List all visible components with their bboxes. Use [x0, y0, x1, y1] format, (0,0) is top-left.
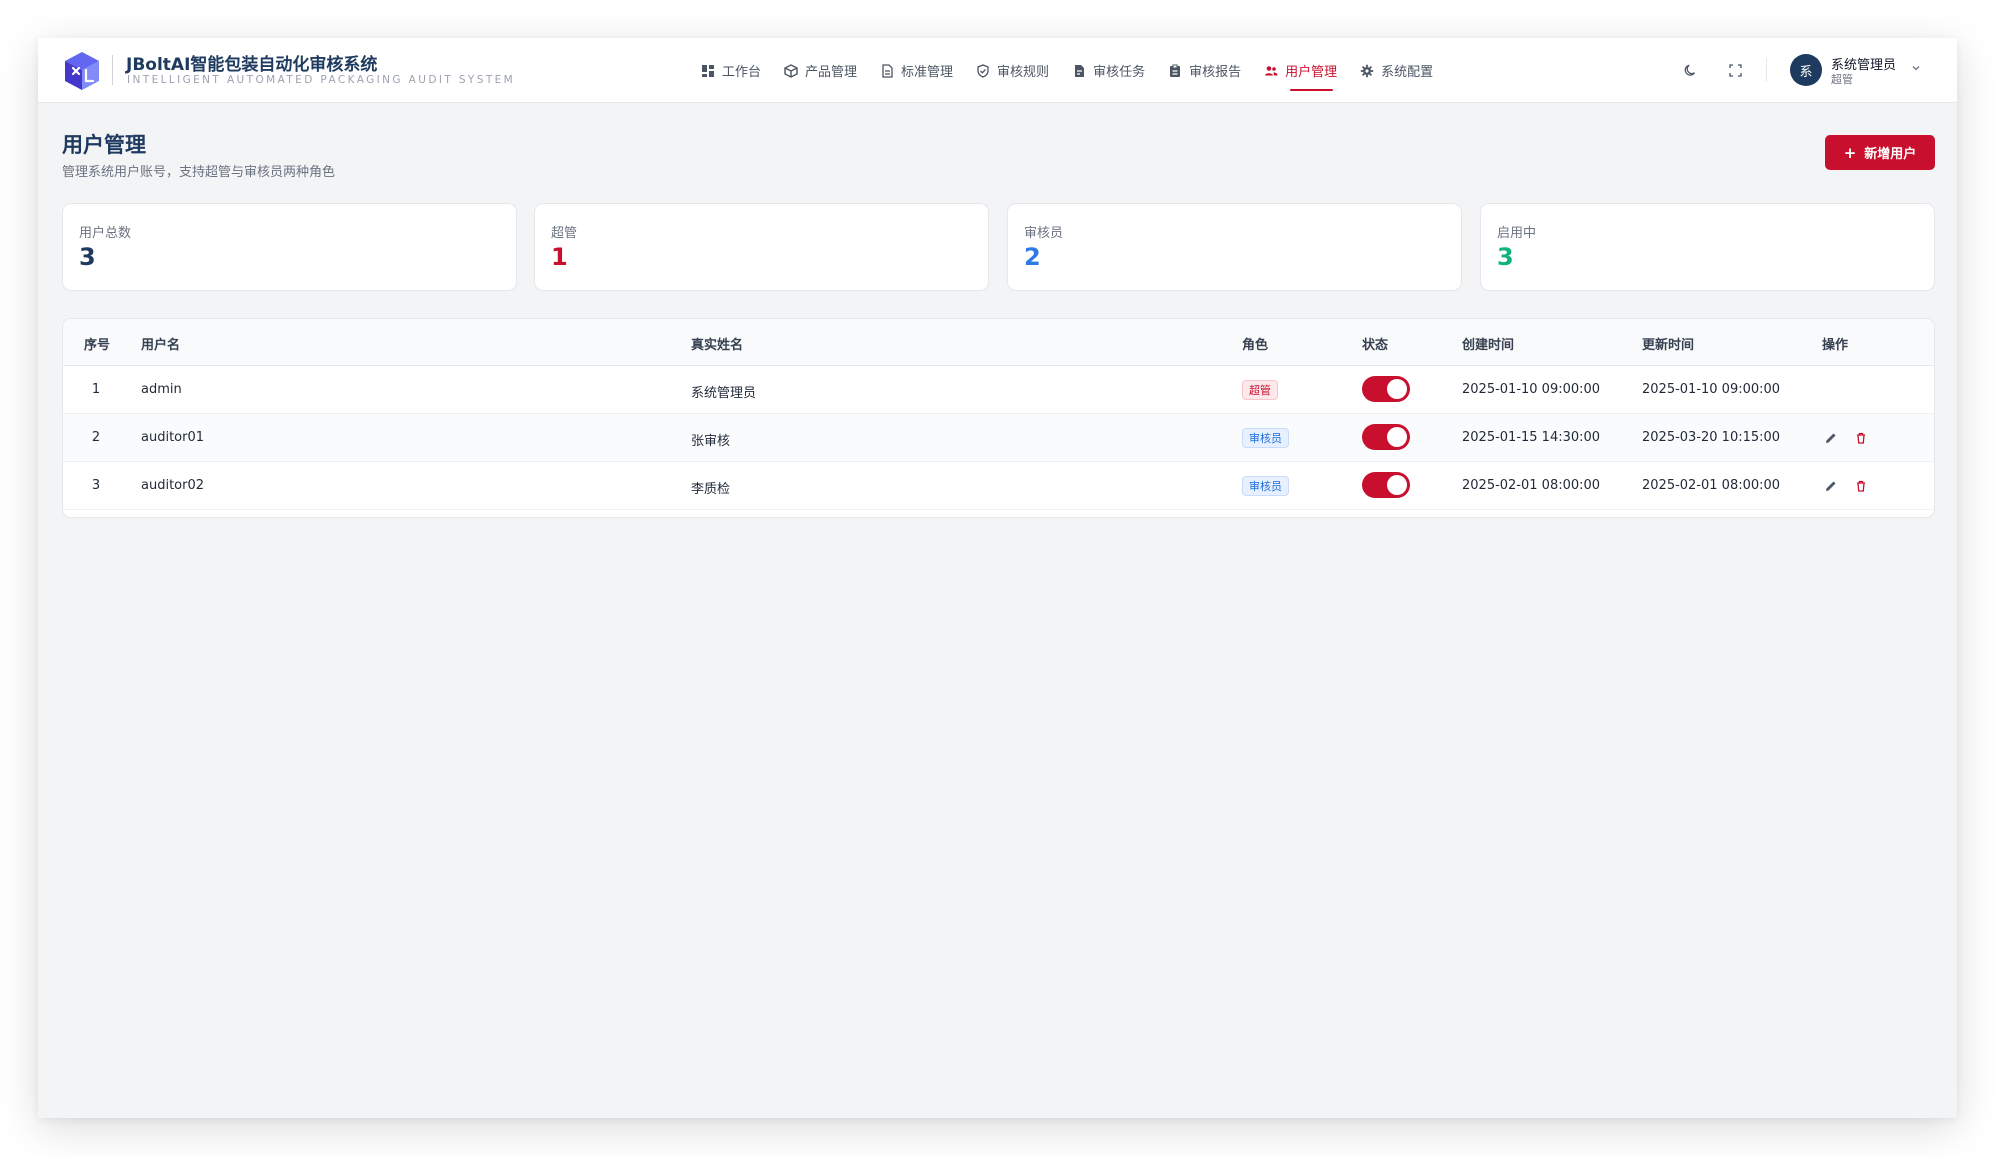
nav-label: 产品管理 [805, 65, 858, 80]
stat-card-auditor: 审核员 2 [1007, 203, 1462, 291]
col-status: 状态 [1362, 338, 1389, 353]
col-index: 序号 [84, 338, 111, 353]
cell-created: 2025-01-15 14:30:00 [1462, 430, 1601, 445]
cell-username: auditor02 [141, 478, 205, 493]
cell-updated: 2025-02-01 08:00:00 [1642, 478, 1781, 493]
cell-index: 3 [91, 478, 101, 493]
main-nav: 工作台 产品管理 标准管理 审核规则 审核任务 审核报告 用户管理 系统配置 [701, 38, 1456, 103]
avatar[interactable]: 系 [1790, 54, 1822, 86]
box-icon [784, 63, 798, 78]
role-badge: 审核员 [1242, 476, 1289, 496]
nav-item-rules[interactable]: 审核规则 [976, 38, 1049, 103]
delete-trash-icon[interactable] [1854, 479, 1868, 493]
app-title: JBoltAI智能包装自动化审核系统 [126, 55, 378, 75]
table-row: 1 admin 系统管理员 超管 2025-01-10 09:00:00 202… [63, 366, 1934, 414]
stat-value: 3 [1497, 243, 1514, 271]
cell-created: 2025-02-01 08:00:00 [1462, 478, 1601, 493]
nav-item-settings[interactable]: 系统配置 [1360, 38, 1433, 103]
dashboard-icon [702, 64, 714, 77]
nav-label: 审核报告 [1189, 65, 1242, 80]
stat-card-enabled: 启用中 3 [1480, 203, 1935, 291]
table-header: 序号 用户名 真实姓名 角色 状态 创建时间 更新时间 操作 [63, 319, 1934, 366]
stat-value: 2 [1024, 243, 1041, 271]
cell-index: 1 [91, 382, 101, 397]
page-title: 用户管理 [62, 133, 146, 157]
table-row: 2 auditor01 张审核 审核员 2025-01-15 14:30:00 … [63, 414, 1934, 462]
theme-toggle-moon-icon[interactable] [1681, 60, 1701, 80]
stat-label: 用户总数 [79, 226, 132, 241]
gear-icon [1360, 64, 1374, 77]
cell-updated: 2025-03-20 10:15:00 [1642, 430, 1781, 445]
col-actions: 操作 [1822, 338, 1849, 353]
role-badge: 超管 [1242, 380, 1278, 400]
add-user-button[interactable]: + 新增用户 [1825, 135, 1935, 170]
nav-item-dashboard[interactable]: 工作台 [701, 38, 761, 103]
nav-item-users[interactable]: 用户管理 [1264, 38, 1337, 103]
role-badge: 审核员 [1242, 428, 1289, 448]
col-realname: 真实姓名 [691, 338, 744, 353]
stat-label: 超管 [551, 226, 578, 241]
col-created: 创建时间 [1462, 338, 1515, 353]
users-table: 序号 用户名 真实姓名 角色 状态 创建时间 更新时间 操作 1 admin 系… [62, 318, 1935, 518]
stat-label: 启用中 [1497, 226, 1537, 241]
cell-realname: 张审核 [691, 434, 731, 449]
page-description: 管理系统用户账号，支持超管与审核员两种角色 [62, 165, 336, 180]
brand-logo-icon [65, 52, 99, 90]
nav-item-reports[interactable]: 审核报告 [1168, 38, 1241, 103]
add-user-label: 新增用户 [1864, 147, 1917, 162]
col-username: 用户名 [141, 338, 181, 353]
table-row: 3 auditor02 李质检 审核员 2025-02-01 08:00:00 … [63, 462, 1934, 510]
nav-label: 标准管理 [901, 65, 954, 80]
nav-label: 审核规则 [997, 65, 1050, 80]
fullscreen-icon[interactable] [1725, 60, 1745, 80]
brand-divider [112, 55, 113, 85]
cell-username: auditor01 [141, 430, 205, 445]
clipboard-icon [1170, 64, 1181, 77]
stat-label: 审核员 [1024, 226, 1064, 241]
top-header: JBoltAI智能包装自动化审核系统 INTELLIGENT AUTOMATED… [38, 38, 1957, 103]
stat-value: 3 [79, 243, 96, 271]
edit-pencil-icon[interactable] [1824, 479, 1838, 493]
nav-label: 工作台 [722, 65, 762, 80]
status-toggle[interactable] [1362, 472, 1410, 498]
delete-trash-icon[interactable] [1854, 431, 1868, 445]
cell-realname: 系统管理员 [691, 386, 757, 401]
shield-check-icon [977, 63, 989, 78]
header-divider [1766, 58, 1767, 82]
stat-card-total: 用户总数 3 [62, 203, 517, 291]
edit-pencil-icon[interactable] [1824, 431, 1838, 445]
col-role: 角色 [1242, 338, 1269, 353]
users-icon [1265, 65, 1278, 75]
nav-label: 审核任务 [1093, 65, 1146, 80]
file-task-icon [1075, 64, 1085, 77]
nav-item-tasks[interactable]: 审核任务 [1072, 38, 1145, 103]
stat-value: 1 [551, 243, 568, 271]
cell-username: admin [141, 382, 182, 397]
chevron-down-icon[interactable] [1910, 62, 1922, 74]
col-updated: 更新时间 [1642, 338, 1695, 353]
nav-label: 系统配置 [1381, 65, 1434, 80]
user-role: 超管 [1831, 73, 1853, 86]
plus-icon: + [1843, 143, 1857, 162]
app-subtitle: INTELLIGENT AUTOMATED PACKAGING AUDIT SY… [127, 74, 516, 86]
app-window: JBoltAI智能包装自动化审核系统 INTELLIGENT AUTOMATED… [38, 38, 1957, 1118]
status-toggle[interactable] [1362, 424, 1410, 450]
cell-realname: 李质检 [691, 482, 731, 497]
status-toggle[interactable] [1362, 376, 1410, 402]
document-icon [882, 63, 893, 78]
stat-card-super: 超管 1 [534, 203, 989, 291]
cell-created: 2025-01-10 09:00:00 [1462, 382, 1601, 397]
nav-item-products[interactable]: 产品管理 [784, 38, 857, 103]
nav-label: 用户管理 [1285, 65, 1338, 80]
cell-index: 2 [91, 430, 101, 445]
nav-item-standards[interactable]: 标准管理 [880, 38, 953, 103]
cell-updated: 2025-01-10 09:00:00 [1642, 382, 1781, 397]
